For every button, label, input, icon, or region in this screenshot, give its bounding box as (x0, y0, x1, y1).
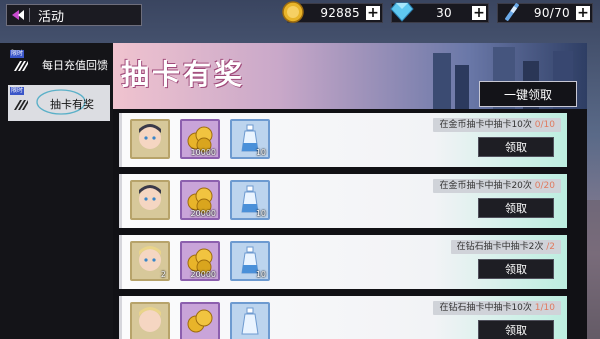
separator (29, 8, 30, 22)
character-card-item[interactable]: 2 (130, 241, 170, 281)
item-count: 20000 (190, 209, 216, 218)
character-portrait-icon (139, 307, 161, 332)
task-progress: 0/20 (534, 181, 555, 191)
claim-all-button[interactable]: 一键领取 (479, 81, 577, 107)
stripes-icon (14, 61, 28, 71)
task-description: 在钻石抽卡中抽卡10次 1/10 (433, 301, 561, 315)
diamond-value: 30 (436, 6, 452, 20)
potion-bottle-item[interactable]: 10 (230, 241, 270, 281)
task-description: 在钻石抽卡中抽卡2次 /2 (450, 240, 561, 254)
character-portrait-icon (139, 124, 161, 149)
task-description: 在金币抽卡中抽卡10次 0/10 (433, 118, 561, 132)
gold-value: 92885 (320, 6, 360, 20)
gold-coins-item[interactable]: 10000 (180, 119, 220, 159)
gold-coins-item[interactable] (180, 302, 220, 339)
item-count: 10000 (190, 148, 216, 157)
diamond-icon (390, 2, 414, 22)
task-text: 在金币抽卡中抽卡20次 (439, 181, 532, 191)
potion-bottle-item[interactable]: 10 (230, 119, 270, 159)
claim-button[interactable]: 领取 (478, 198, 554, 218)
banner-title: 抽卡有奖 (121, 58, 246, 91)
top-bar: 活动 92885 + 30 + 90/70 + (0, 0, 600, 28)
potion-bottle-item[interactable]: 10 (230, 180, 270, 220)
claim-button[interactable]: 领取 (478, 259, 554, 279)
stamina-value: 90/70 (533, 6, 570, 20)
gold-coins-icon (187, 309, 213, 333)
back-arrow-icon (7, 8, 29, 22)
sidebar-item-label: 抽卡有奖 (50, 98, 94, 111)
task-text: 在钻石抽卡中抽卡2次 (456, 242, 544, 252)
reward-row: 20000 10 在金币抽卡中抽卡20次 0/20 领取 (119, 174, 567, 228)
task-progress: 1/10 (534, 303, 555, 313)
character-card-item[interactable] (130, 119, 170, 159)
gold-coins-item[interactable]: 20000 (180, 180, 220, 220)
claim-button[interactable]: 领取 (478, 137, 554, 157)
character-card-item[interactable] (130, 302, 170, 339)
task-text: 在钻石抽卡中抽卡10次 (439, 303, 532, 313)
task-description: 在金币抽卡中抽卡20次 0/20 (433, 179, 561, 193)
gold-coin-icon (282, 1, 304, 23)
item-count: 2 (160, 270, 166, 279)
task-progress: 0/10 (534, 120, 555, 130)
add-stamina-button[interactable]: + (576, 6, 590, 20)
page-title: 活动 (38, 9, 65, 25)
potion-bottle-icon (241, 307, 259, 335)
character-card-item[interactable] (130, 180, 170, 220)
item-count: 10 (255, 209, 266, 218)
item-count: 20000 (190, 270, 216, 279)
item-count: 10 (255, 148, 266, 157)
main-panel: 抽卡有奖 一键领取 10000 10 在金币抽卡中抽卡10次 0/10 领取 2… (113, 43, 587, 339)
stamina-icon (505, 3, 519, 21)
stripes-icon (14, 100, 28, 110)
task-text: 在金币抽卡中抽卡10次 (439, 120, 532, 130)
task-progress: /2 (546, 242, 555, 252)
sidebar-item-label: 每日充值回馈 (42, 59, 108, 72)
potion-bottle-item[interactable] (230, 302, 270, 339)
back-button[interactable]: 活动 (6, 4, 142, 26)
item-count: 10 (255, 270, 266, 279)
reward-list[interactable]: 10000 10 在金币抽卡中抽卡10次 0/10 领取 20000 10 在金… (113, 113, 587, 339)
sidebar: 限时 每日充值回馈 限时 抽卡有奖 (0, 43, 113, 339)
gold-coins-item[interactable]: 20000 (180, 241, 220, 281)
add-gold-button[interactable]: + (366, 6, 380, 20)
limited-badge: 限时 (10, 50, 25, 58)
reward-row: 2 20000 10 在钻石抽卡中抽卡2次 /2 领取 (119, 235, 567, 289)
claim-button[interactable]: 领取 (478, 320, 554, 339)
reward-row: 在钻石抽卡中抽卡10次 1/10 领取 (119, 296, 567, 339)
add-diamond-button[interactable]: + (472, 6, 486, 20)
reward-row: 10000 10 在金币抽卡中抽卡10次 0/10 领取 (119, 113, 567, 167)
character-portrait-icon (139, 185, 161, 210)
limited-badge: 限时 (10, 87, 25, 95)
sidebar-item-gacha-reward[interactable]: 限时 抽卡有奖 (8, 85, 110, 121)
sidebar-item-daily-recharge[interactable]: 限时 每日充值回馈 (8, 48, 110, 80)
